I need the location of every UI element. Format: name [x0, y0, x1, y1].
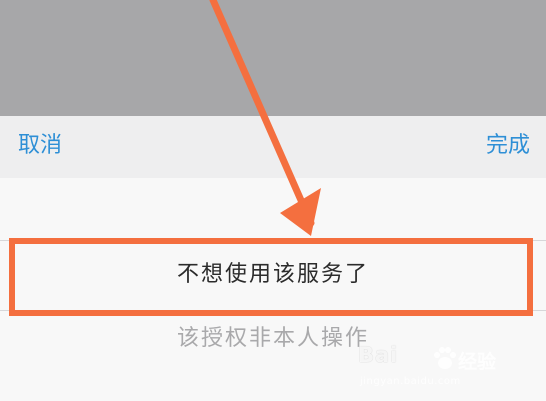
dimmed-background: [0, 0, 546, 116]
picker-option-next[interactable]: 该授权非本人操作: [0, 323, 546, 355]
picker-option-selected[interactable]: 不想使用该服务了: [0, 259, 546, 291]
picker-toolbar: [0, 116, 546, 178]
done-button[interactable]: 完成: [486, 130, 530, 162]
selection-top-line: [0, 240, 546, 241]
cancel-button[interactable]: 取消: [18, 130, 62, 162]
selection-bottom-line: [0, 310, 546, 311]
